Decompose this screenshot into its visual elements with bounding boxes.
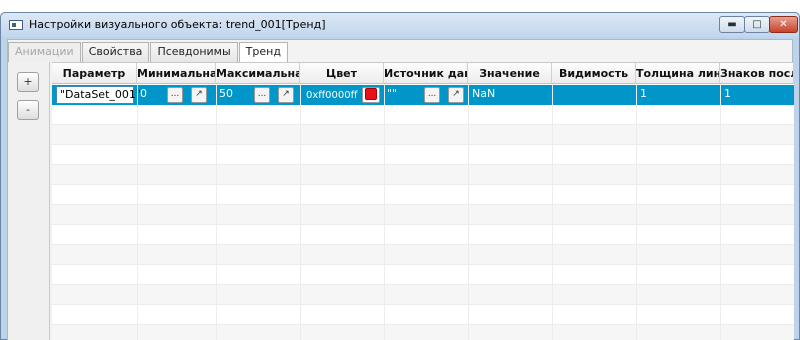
- min-edit-button[interactable]: ...: [167, 87, 183, 103]
- decimals-text: 1: [724, 87, 731, 100]
- min-value: 0: [140, 87, 147, 100]
- column-divider: [552, 84, 553, 340]
- tab-aliases[interactable]: Псевдонимы: [150, 42, 238, 62]
- max-edit-button[interactable]: ...: [254, 87, 270, 103]
- tab-animations: Анимации: [8, 42, 81, 62]
- empty-row: [52, 185, 794, 205]
- source-open-icon[interactable]: ↗: [448, 87, 464, 103]
- empty-row: [52, 325, 794, 340]
- value-text: NaN: [472, 87, 496, 100]
- min-open-icon[interactable]: ↗: [191, 87, 207, 103]
- empty-row: [52, 125, 794, 145]
- tab-trend[interactable]: Тренд: [238, 42, 288, 63]
- column-header-color[interactable]: Цвет: [300, 63, 384, 84]
- max-value: 50: [219, 87, 233, 100]
- column-divider: [720, 84, 721, 340]
- empty-row: [52, 165, 794, 185]
- cell-parameter: "DataSet_001": [52, 85, 141, 105]
- remove-row-button[interactable]: -: [17, 100, 39, 120]
- column-header-decimals[interactable]: Знаков после...: [720, 63, 794, 84]
- parameter-input[interactable]: "DataSet_001": [56, 86, 141, 104]
- window-title: Настройки визуального объекта: trend_001…: [29, 18, 326, 31]
- column-divider: [137, 84, 138, 340]
- cell-value: NaN: [468, 85, 552, 105]
- row-actions-panel: + -: [8, 62, 50, 340]
- trend-table: Параметр Минимальна... Максимальна... Цв…: [52, 62, 794, 340]
- column-header-source[interactable]: Источник дан...: [384, 63, 468, 84]
- column-header-line-width[interactable]: Толщина линии: [636, 63, 720, 84]
- cell-line-width: 1: [636, 85, 720, 105]
- maximize-button[interactable]: □: [744, 16, 770, 33]
- empty-row: [52, 245, 794, 265]
- empty-row: [52, 285, 794, 305]
- empty-row: [52, 205, 794, 225]
- column-divider: [384, 84, 385, 340]
- column-divider: [636, 84, 637, 340]
- empty-row: [52, 105, 794, 125]
- close-button[interactable]: ✕: [769, 16, 798, 33]
- column-divider: [216, 84, 217, 340]
- column-header-max[interactable]: Максимальна...: [216, 63, 300, 84]
- minimize-button[interactable]: ▬: [719, 16, 745, 33]
- cell-min: 0 ... ↗: [137, 85, 216, 105]
- column-divider: [300, 84, 301, 340]
- cell-source: "" ... ↗: [384, 85, 468, 105]
- add-row-button[interactable]: +: [17, 72, 39, 92]
- window-content: Анимации Свойства Псевдонимы Тренд + - П…: [7, 39, 794, 340]
- empty-row: [52, 145, 794, 165]
- table-header: Параметр Минимальна... Максимальна... Цв…: [52, 63, 794, 84]
- settings-window: Настройки визуального объекта: trend_001…: [0, 12, 800, 340]
- cell-decimals: 1: [720, 85, 794, 105]
- window-icon: [9, 20, 23, 30]
- tab-properties[interactable]: Свойства: [81, 42, 150, 62]
- table-row[interactable]: "DataSet_001" 0 ... ↗ 50 ... ↗ 0xff0000f…: [52, 85, 794, 105]
- cell-visibility[interactable]: [552, 85, 636, 105]
- column-divider: [468, 84, 469, 340]
- source-edit-button[interactable]: ...: [424, 87, 440, 103]
- color-swatch-icon: [365, 88, 377, 100]
- tab-bar: Анимации Свойства Псевдонимы Тренд: [8, 42, 289, 63]
- cell-color: 0xff0000ff: [300, 85, 384, 105]
- line-width-text: 1: [640, 87, 647, 100]
- empty-row: [52, 305, 794, 325]
- max-open-icon[interactable]: ↗: [278, 87, 294, 103]
- title-bar[interactable]: Настройки визуального объекта: trend_001…: [1, 13, 799, 37]
- color-value: 0xff0000ff: [306, 90, 358, 101]
- cell-max: 50 ... ↗: [216, 85, 300, 105]
- empty-row: [52, 225, 794, 245]
- column-header-visibility[interactable]: Видимость: [552, 63, 636, 84]
- column-header-value[interactable]: Значение: [468, 63, 552, 84]
- empty-row: [52, 265, 794, 285]
- column-header-parameter[interactable]: Параметр: [52, 63, 137, 84]
- column-header-min[interactable]: Минимальна...: [137, 63, 216, 84]
- source-value: "": [387, 87, 398, 100]
